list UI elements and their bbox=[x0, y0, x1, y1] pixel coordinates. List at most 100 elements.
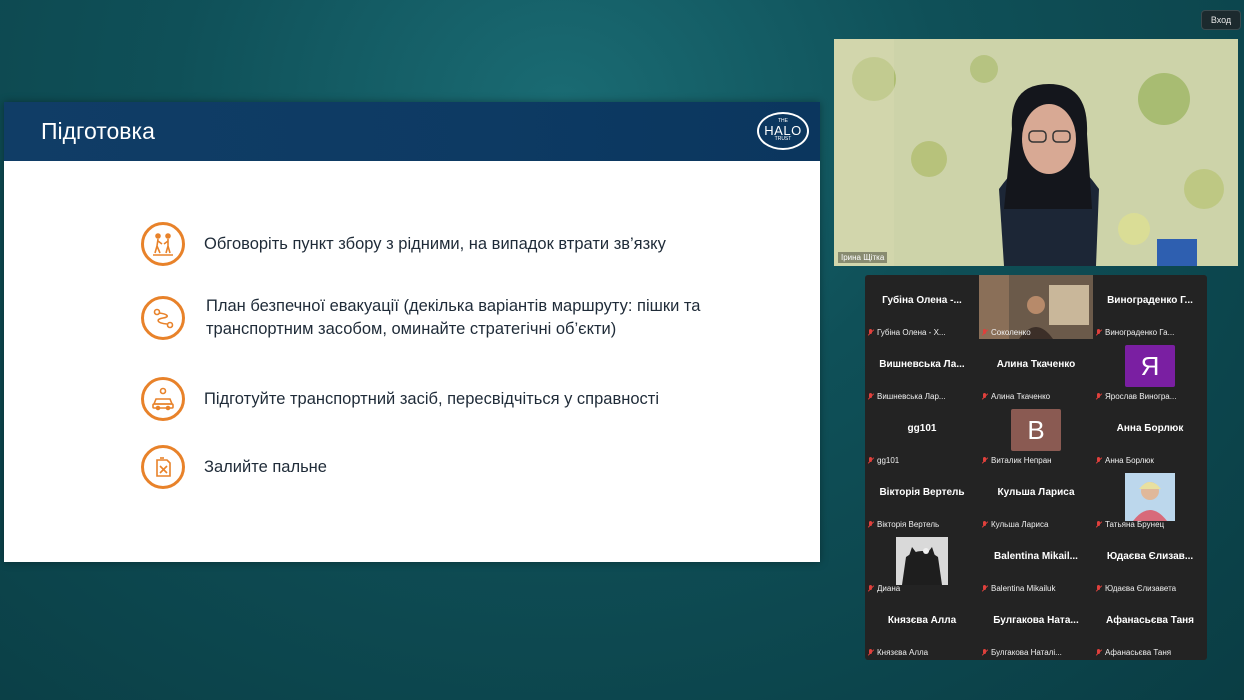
participant-name: Юдаєва Єлизавета bbox=[1105, 584, 1177, 593]
participant-display-name: gg101 bbox=[907, 423, 937, 434]
participant-name: Balentina Mikailuk bbox=[991, 584, 1056, 593]
participant-tile[interactable]: Афанасьєва Таня Афанасьєва Таня bbox=[1093, 595, 1207, 659]
mic-muted-icon bbox=[868, 585, 874, 592]
participant-display-name: Губіна Олена -... bbox=[882, 295, 962, 306]
participant-label: Вікторія Вертель bbox=[868, 520, 939, 529]
participant-label: Юдаєва Єлизавета bbox=[1096, 584, 1176, 593]
participant-label: Винограденко Га... bbox=[1096, 328, 1174, 337]
participant-label: Виталик Непран bbox=[982, 456, 1052, 465]
participant-label: gg101 bbox=[868, 456, 899, 465]
participant-name: Вишневська Лар... bbox=[877, 392, 946, 401]
bullet-fuel: Залийте пальне bbox=[141, 445, 327, 489]
mic-muted-icon bbox=[982, 393, 988, 400]
shared-slide: Підготовка THE HALO TRUST Обговоріть пун… bbox=[4, 102, 820, 562]
mic-muted-icon bbox=[1096, 329, 1102, 336]
participant-tile[interactable]: Balentina Mikail... Balentina Mikailuk bbox=[979, 531, 1093, 595]
mic-muted-icon bbox=[1096, 649, 1102, 656]
participant-tile[interactable]: Кульша Лариса Кульша Лариса bbox=[979, 467, 1093, 531]
participant-name: Вікторія Вертель bbox=[877, 520, 940, 529]
participant-display-name: Вишневська Ла... bbox=[879, 359, 965, 370]
mic-muted-icon bbox=[982, 585, 988, 592]
bullet-evacuation-plan: План безпечної евакуації (декілька варіа… bbox=[141, 295, 721, 341]
participant-name: Алина Ткаченко bbox=[991, 392, 1051, 401]
participant-name: Виталик Непран bbox=[991, 456, 1052, 465]
participant-display-name: Вікторія Вертель bbox=[879, 487, 965, 498]
avatar-photo bbox=[896, 537, 948, 585]
mic-muted-icon bbox=[868, 521, 874, 528]
participant-display-name: Алина Ткаченко bbox=[996, 359, 1076, 370]
participant-label: Balentina Mikailuk bbox=[982, 584, 1055, 593]
participant-name: Татьяна Брунец bbox=[1105, 520, 1165, 529]
participant-display-name: Афанасьєва Таня bbox=[1105, 615, 1195, 626]
participant-label: Алина Ткаченко bbox=[982, 392, 1050, 401]
bullet-meeting-point: Обговоріть пункт збору з рідними, на вип… bbox=[141, 222, 666, 266]
participant-tile[interactable]: Алина Ткаченко Алина Ткаченко bbox=[979, 339, 1093, 403]
participant-tile[interactable]: Я Ярослав Виногра... bbox=[1093, 339, 1207, 403]
participant-name: Губіна Олена - Х... bbox=[877, 328, 946, 337]
mic-muted-icon bbox=[868, 393, 874, 400]
participant-tile[interactable]: Вікторія Вертель Вікторія Вертель bbox=[865, 467, 979, 531]
participant-label: Афанасьєва Таня bbox=[1096, 648, 1171, 657]
participant-tile[interactable]: Винограденко Г... Винограденко Га... bbox=[1093, 275, 1207, 339]
mic-muted-icon bbox=[1096, 521, 1102, 528]
participant-display-name: Булгакова Ната... bbox=[993, 615, 1079, 626]
participant-label: Анна Борлюк bbox=[1096, 456, 1154, 465]
participant-name: Афанасьєва Таня bbox=[1105, 648, 1172, 657]
participant-tile[interactable]: Юдаєва Єлизав... Юдаєва Єлизавета bbox=[1093, 531, 1207, 595]
participant-name: Анна Борлюк bbox=[1105, 456, 1154, 465]
bullet-text: Підготуйте транспортний засіб, пересвідч… bbox=[204, 389, 659, 408]
participant-tile[interactable]: В Виталик Непран bbox=[979, 403, 1093, 467]
participant-tile[interactable]: Князєва Алла Князєва Алла bbox=[865, 595, 979, 659]
mic-muted-icon bbox=[868, 649, 874, 656]
participant-label: Князєва Алла bbox=[868, 648, 928, 657]
mic-muted-icon bbox=[1096, 585, 1102, 592]
participant-name: gg101 bbox=[877, 456, 900, 465]
mic-muted-icon bbox=[868, 329, 874, 336]
halo-trust-logo: THE HALO TRUST bbox=[757, 112, 809, 150]
mic-muted-icon bbox=[868, 457, 874, 464]
mic-muted-icon bbox=[982, 649, 988, 656]
participant-name: Винограденко Га... bbox=[1105, 328, 1175, 337]
mic-muted-icon bbox=[1096, 393, 1102, 400]
participant-name: Князєва Алла bbox=[877, 648, 929, 657]
avatar-photo bbox=[1125, 473, 1175, 521]
participant-display-name: Анна Борлюк bbox=[1116, 423, 1184, 434]
exit-button[interactable]: Вход bbox=[1201, 10, 1241, 30]
participant-label: Татьяна Брунец bbox=[1096, 520, 1164, 529]
mic-muted-icon bbox=[982, 329, 988, 336]
participant-tile[interactable]: Диана bbox=[865, 531, 979, 595]
speaker-name: Ірина Щітка bbox=[838, 252, 888, 263]
participant-display-name: Balentina Mikail... bbox=[994, 551, 1078, 562]
mic-muted-icon bbox=[1096, 457, 1102, 464]
participant-tile[interactable]: Булгакова Ната... Булгакова Наталі... bbox=[979, 595, 1093, 659]
bullet-text: Обговоріть пункт збору з рідними, на вип… bbox=[204, 234, 666, 253]
participant-name: Булгакова Наталі... bbox=[991, 648, 1062, 657]
participant-tile[interactable]: Соколенко bbox=[979, 275, 1093, 339]
participant-name: Соколенко bbox=[991, 328, 1031, 337]
fuel-can-icon bbox=[141, 445, 185, 489]
participant-tile[interactable]: Губіна Олена -... Губіна Олена - Х... bbox=[865, 275, 979, 339]
family-walking-icon bbox=[141, 222, 185, 266]
participant-label: Булгакова Наталі... bbox=[982, 648, 1062, 657]
participant-label: Соколенко bbox=[982, 328, 1031, 337]
bullet-vehicle: Підготуйте транспортний засіб, пересвідч… bbox=[141, 377, 659, 421]
participant-display-name: Кульша Лариса bbox=[997, 487, 1075, 498]
participant-tile[interactable]: Вишневська Ла... Вишневська Лар... bbox=[865, 339, 979, 403]
speaker-video[interactable]: Ірина Щітка bbox=[834, 39, 1238, 266]
participant-gallery: Губіна Олена -... Губіна Олена - Х... Со… bbox=[865, 275, 1207, 660]
avatar: В bbox=[1011, 409, 1061, 451]
slide-title: Підготовка bbox=[41, 118, 155, 144]
participant-name: Кульша Лариса bbox=[991, 520, 1049, 529]
participant-label: Кульша Лариса bbox=[982, 520, 1048, 529]
participant-name: Ярослав Виногра... bbox=[1105, 392, 1177, 401]
mic-muted-icon bbox=[982, 521, 988, 528]
car-check-icon bbox=[141, 377, 185, 421]
participant-tile[interactable]: Анна Борлюк Анна Борлюк bbox=[1093, 403, 1207, 467]
bullet-text: Залийте пальне bbox=[204, 457, 327, 476]
participant-name: Диана bbox=[877, 584, 901, 593]
participant-display-name: Князєва Алла bbox=[887, 615, 957, 626]
participant-tile[interactable]: Татьяна Брунец bbox=[1093, 467, 1207, 531]
slide-header: Підготовка THE HALO TRUST bbox=[4, 102, 820, 161]
participant-tile[interactable]: gg101 gg101 bbox=[865, 403, 979, 467]
participant-label: Ярослав Виногра... bbox=[1096, 392, 1176, 401]
